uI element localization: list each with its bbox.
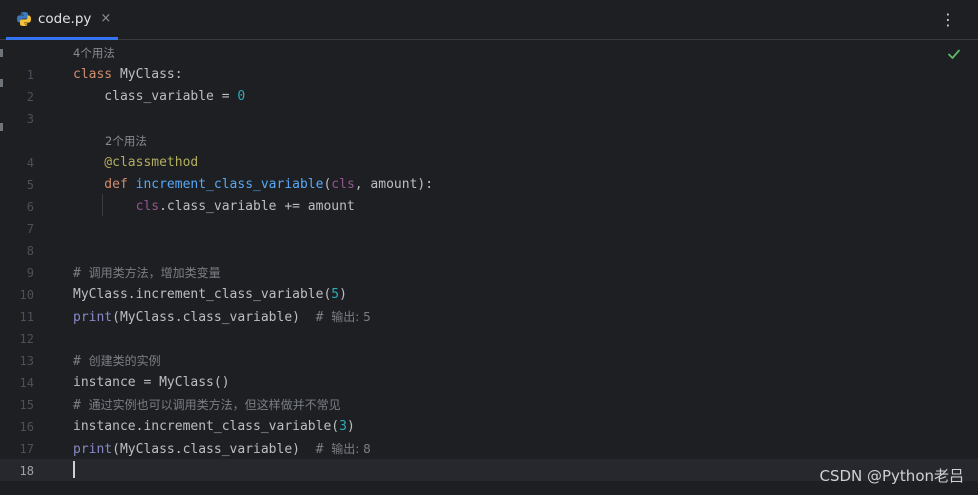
code-line-9: # 调用类方法，增加类变量 — [73, 262, 221, 284]
code-text: (MyClass.class_variable) — [112, 310, 316, 325]
tab-label: code.py — [38, 10, 92, 27]
cls-param: cls — [331, 177, 355, 192]
code-line-13: # 创建类的实例 — [73, 350, 161, 372]
number-literal: 5 — [331, 287, 340, 302]
code-line-14: instance = MyClass() — [73, 372, 230, 394]
more-options-icon[interactable]: ⋮ — [940, 12, 956, 28]
code-line-11: print(MyClass.class_variable) # 输出: 5 — [73, 306, 371, 328]
code-text: ) — [346, 419, 355, 434]
check-icon[interactable] — [947, 47, 961, 61]
code-line-4: @classmethod — [73, 152, 198, 174]
function-name: increment_class_variable — [127, 177, 324, 192]
decorator: @classmethod — [73, 155, 199, 170]
comment-hash: # — [73, 266, 89, 281]
comment-hash: # — [315, 310, 332, 325]
code-text: , amount): — [354, 177, 434, 192]
code-line-16: instance.increment_class_variable(3) — [73, 416, 355, 438]
line-number-current: 18 — [19, 464, 34, 478]
line-number: 5 — [26, 178, 34, 192]
editor-tab-bar: code.py × ⋮ — [0, 0, 978, 40]
line-number: 9 — [26, 266, 34, 280]
code-line-6: cls.class_variable += amount — [73, 196, 355, 218]
line-number: 6 — [26, 200, 34, 214]
comment-hash: # — [315, 442, 332, 457]
line-number: 16 — [19, 420, 34, 434]
code-text: .class_variable += amount — [159, 199, 355, 214]
close-icon[interactable]: × — [100, 11, 111, 26]
usages-hint-method[interactable]: 2个用法 — [105, 130, 147, 152]
line-number: 13 — [19, 354, 34, 368]
comment-hash: # — [73, 398, 89, 413]
comment-hash: # — [73, 354, 89, 369]
code-text: instance = MyClass() — [73, 375, 230, 390]
code-text: class_variable = — [73, 89, 238, 104]
builtin-print: print — [73, 310, 113, 325]
line-number: 8 — [26, 244, 34, 258]
line-number: 11 — [19, 310, 34, 324]
line-number: 17 — [19, 442, 34, 456]
code-line-2: class_variable = 0 — [73, 86, 245, 108]
code-line-17: print(MyClass.class_variable) # 输出: 8 — [73, 438, 371, 460]
code-editor[interactable]: 4个用法 class MyClass: class_variable = 0 2… — [70, 41, 978, 495]
line-number: 15 — [19, 398, 34, 412]
python-icon — [17, 11, 31, 26]
code-line-15: # 通过实例也可以调用类方法，但这样做并不常见 — [73, 394, 341, 416]
keyword: def — [73, 177, 128, 192]
comment-text: 输出: 8 — [331, 442, 371, 456]
code-line-10: MyClass.increment_class_variable(5) — [73, 284, 347, 306]
cls-param: cls — [73, 199, 160, 214]
line-number: 7 — [26, 222, 34, 236]
number-literal: 3 — [339, 419, 347, 434]
line-number: 2 — [26, 90, 34, 104]
comment-text: 创建类的实例 — [88, 354, 161, 368]
indent-guide — [102, 194, 103, 216]
line-number: 10 — [19, 288, 34, 302]
code-text: MyClass: — [112, 67, 183, 82]
code-line-1: class MyClass: — [73, 64, 183, 86]
comment-text: 调用类方法，增加类变量 — [88, 266, 221, 280]
line-number-gutter: 1 2 3 4 5 6 7 8 9 10 11 12 13 14 15 16 1… — [4, 41, 66, 495]
tab-code-py[interactable]: code.py × — [6, 0, 118, 40]
line-number: 4 — [26, 156, 34, 170]
code-text: instance.increment_class_variable( — [73, 419, 340, 434]
code-line-5: def increment_class_variable(cls, amount… — [73, 174, 433, 196]
line-number: 1 — [26, 68, 34, 82]
number-literal: 0 — [237, 89, 246, 104]
line-number: 14 — [19, 376, 34, 390]
builtin-print: print — [73, 442, 113, 457]
comment-text: 输出: 5 — [331, 310, 371, 324]
watermark: CSDN @Python老吕 — [819, 467, 964, 485]
code-text: MyClass.increment_class_variable( — [73, 287, 332, 302]
text-caret — [73, 461, 75, 478]
comment-text: 通过实例也可以调用类方法，但这样做并不常见 — [88, 398, 341, 412]
code-text: (MyClass.class_variable) — [112, 442, 316, 457]
hint-text: 2个用法 — [105, 134, 147, 148]
usages-hint-class[interactable]: 4个用法 — [73, 42, 115, 64]
line-number: 12 — [19, 332, 34, 346]
code-text: ) — [339, 287, 347, 302]
keyword: class — [73, 67, 113, 82]
line-number: 3 — [26, 112, 34, 126]
